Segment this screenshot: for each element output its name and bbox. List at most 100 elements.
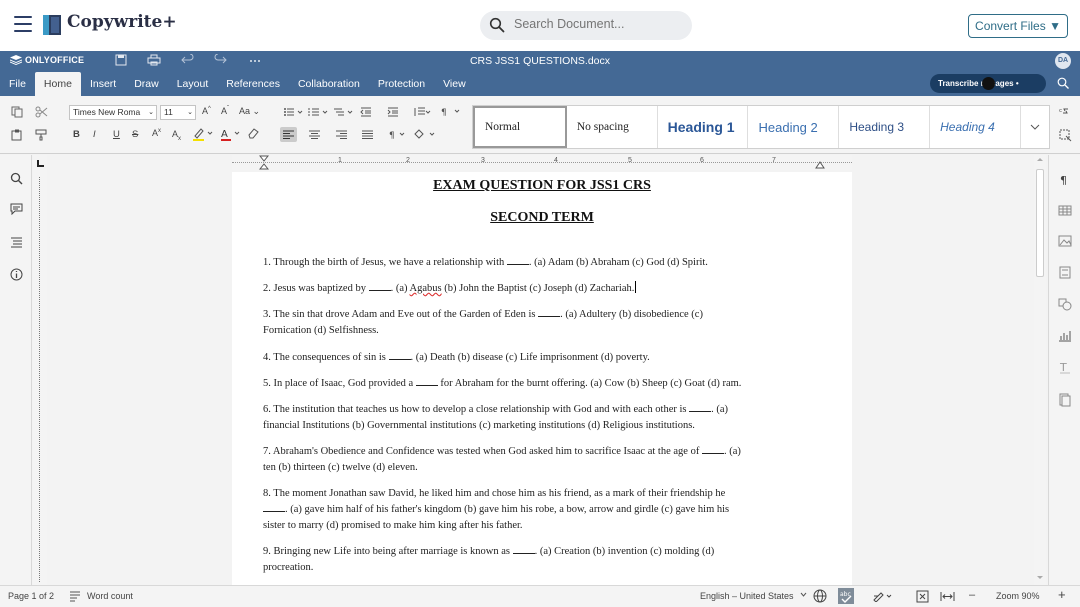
underline-button[interactable]: U [113,129,120,140]
user-avatar[interactable]: DA [1055,53,1071,69]
font-size-select[interactable]: 11 ⌄ [160,105,196,120]
change-case-icon[interactable]: Aa ⌄ [239,106,260,117]
scroll-up-icon[interactable] [1036,156,1044,162]
subscript-button[interactable]: Ax [172,129,181,142]
superscript-button[interactable]: Ax [152,128,161,138]
increase-font-icon[interactable]: A^ [202,106,211,116]
tab-references[interactable]: References [217,72,289,96]
tab-collaboration[interactable]: Collaboration [289,72,369,96]
image-settings-icon[interactable] [1058,235,1072,247]
svg-text:¶: ¶ [1060,174,1067,185]
increase-indent-icon[interactable] [387,107,399,117]
tab-file[interactable]: File [0,72,35,96]
align-left-button[interactable] [280,127,297,142]
tab-insert[interactable]: Insert [81,72,125,96]
spell-check-icon[interactable]: abc [838,588,854,604]
right-indent-marker-icon[interactable] [815,159,825,169]
question-7: 7. Abraham's Obedience and Confidence wa… [263,444,813,476]
scroll-thumb[interactable] [1036,169,1044,277]
tab-layout[interactable]: Layout [168,72,218,96]
find-icon[interactable] [10,172,23,185]
select-all-icon[interactable] [1059,129,1072,142]
search-input[interactable] [514,17,684,31]
spelling-error[interactable]: Agabus [410,283,442,294]
question-5: 5. In place of Isaac, God provided a for… [263,376,813,392]
word-count-icon[interactable] [69,591,81,602]
nonprinting-chars-icon[interactable]: ¶ [388,128,410,140]
styles-expand-button[interactable] [1021,106,1049,148]
ruler-number: 3 [481,157,485,164]
paragraph-settings-icon[interactable]: ¶ [440,106,462,117]
replace-icon[interactable]: ᶜ [1059,105,1072,118]
scroll-down-icon[interactable] [1036,575,1044,581]
style-heading-2[interactable]: Heading 2 [748,106,840,148]
shading-icon[interactable] [413,128,437,140]
question-options: . (a) Creation (b) invention (c) molding… [534,546,715,557]
format-painter-icon[interactable] [35,129,47,141]
copy-icon[interactable] [11,106,23,118]
fit-page-icon[interactable] [916,590,929,603]
shape-settings-icon[interactable] [1058,298,1072,311]
chart-settings-icon[interactable] [1058,330,1072,342]
tab-stop-icon[interactable] [37,159,45,167]
italic-button[interactable]: I [93,129,96,140]
line-spacing-icon[interactable] [413,107,431,117]
tab-protection[interactable]: Protection [369,72,434,96]
numbering-icon[interactable] [308,107,330,117]
highlight-color-icon[interactable] [192,127,216,141]
info-icon[interactable] [10,268,23,281]
header-footer-icon[interactable] [1059,266,1071,279]
word-count-label[interactable]: Word count [87,591,133,601]
ruler-number: 6 [700,157,704,164]
cut-icon[interactable] [35,106,48,118]
zoom-level[interactable]: Zoom 90% [996,591,1040,601]
globe-icon[interactable] [813,589,827,603]
fit-width-icon[interactable] [940,591,955,602]
decrease-font-icon[interactable]: Aˇ [221,106,229,116]
app-bar: Copywrite+ Convert Files ▼ [0,0,1080,51]
search-box[interactable] [480,11,692,40]
page-indicator[interactable]: Page 1 of 2 [8,591,54,601]
style-normal[interactable]: Normal [473,106,567,148]
font-color-icon[interactable]: A [220,127,244,141]
bold-button[interactable]: B [73,129,80,140]
zoom-in-button[interactable]: + [1058,587,1066,602]
style-heading-3[interactable]: Heading 3 [839,106,931,148]
justify-icon[interactable] [362,130,373,139]
paste-icon[interactable] [11,129,23,141]
style-heading-4[interactable]: Heading 4 [930,106,1021,148]
multilevel-list-icon[interactable] [333,107,355,117]
strikethrough-button[interactable]: S [132,129,138,140]
text-art-icon[interactable]: T [1059,361,1071,375]
vertical-scrollbar[interactable] [1034,155,1046,585]
mail-merge-icon[interactable] [1059,393,1071,407]
decrease-indent-icon[interactable] [360,107,372,117]
tab-view[interactable]: View [434,72,475,96]
editor-search-icon[interactable] [1057,77,1069,89]
navigation-icon[interactable] [10,236,23,248]
zoom-out-button[interactable]: – [969,589,975,601]
align-right-icon[interactable] [336,130,347,139]
table-settings-icon[interactable] [1058,205,1072,216]
document-page[interactable]: EXAM QUESTION FOR JSS1 CRS SECOND TERM 1… [232,172,852,585]
track-changes-icon[interactable] [873,591,895,602]
document-heading: EXAM QUESTION FOR JSS1 CRS [433,178,651,193]
bullets-icon[interactable] [283,107,305,117]
tab-home[interactable]: Home [34,72,81,96]
align-center-icon[interactable] [309,130,320,139]
language-select[interactable]: English – United States [700,591,794,601]
clear-style-icon[interactable] [247,127,259,139]
font-name-select[interactable]: Times New Roma ⌄ [69,105,157,120]
convert-files-button[interactable]: Convert Files ▼ [968,14,1068,38]
tab-draw[interactable]: Draw [125,72,168,96]
style-heading-1[interactable]: Heading 1 [658,106,749,148]
menu-icon[interactable] [14,16,32,32]
question-options: . (a) Death (b) disease (c) Life impriso… [410,352,650,363]
app-title: Copywrite+ [67,12,177,32]
style-no-spacing[interactable]: No spacing [567,106,658,148]
paragraph-settings-icon[interactable]: ¶ [1059,173,1071,185]
search-icon [489,17,505,33]
comments-icon[interactable] [10,203,23,215]
transcribe-button[interactable]: Transcribe re pages • [930,74,1046,93]
indent-marker-icon[interactable] [259,155,269,170]
